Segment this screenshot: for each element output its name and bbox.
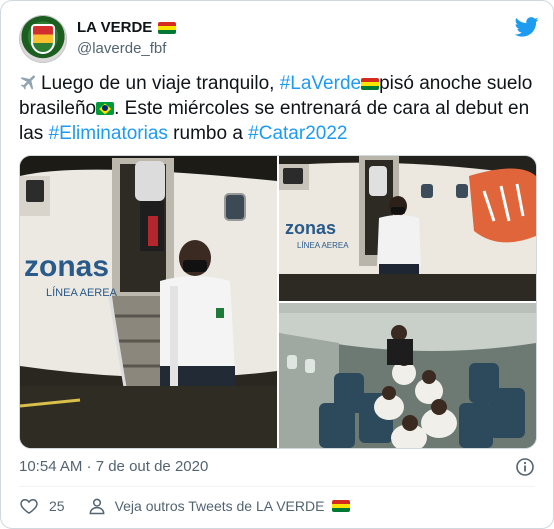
brazil-flag-icon — [96, 102, 115, 116]
tweet-card: LA VERDE @laverde_fbf Luego de un viaje … — [0, 0, 554, 529]
bolivia-flag-icon — [158, 21, 177, 34]
info-icon[interactable] — [515, 457, 535, 477]
tweet-text: Luego de un viaje tranquilo, #LaVerde pis… — [19, 71, 539, 146]
photo-player-stairs-image: zonas LÍNEA AEREA — [20, 156, 277, 448]
like-button[interactable]: 25 — [19, 496, 65, 516]
photo-cabin-image — [279, 303, 536, 448]
bolivia-flag-icon — [361, 77, 380, 90]
tweet-text-part: Luego de un viaje tranquilo, — [41, 73, 280, 94]
hashtag-laverde[interactable]: #LaVerde — [280, 73, 361, 94]
photo1-airline-sub: LÍNEA AEREA — [46, 286, 118, 299]
photo-cabin[interactable] — [279, 303, 536, 448]
media-grid: zonas LÍNEA AEREA zonas LÍNEA AEREA — [19, 155, 537, 449]
tweet-text-part: rumbo a — [167, 123, 249, 144]
photo-player-door-image: zonas LÍNEA AEREA — [279, 156, 536, 301]
display-name[interactable]: LA VERDE — [77, 19, 152, 36]
more-tweets-label: Veja outros Tweets de LA VERDE — [114, 498, 325, 514]
hashtag-catar2022[interactable]: #Catar2022 — [248, 123, 347, 144]
hashtag-eliminatorias[interactable]: #Eliminatorias — [49, 123, 168, 144]
photo2-airline-sub: LÍNEA AEREA — [297, 241, 349, 250]
heart-icon — [20, 498, 38, 514]
tweet-header: LA VERDE @laverde_fbf — [19, 15, 539, 63]
bolivia-flag-icon — [332, 500, 351, 512]
photo-player-door[interactable]: zonas LÍNEA AEREA — [279, 156, 536, 301]
photo1-airline-text: zonas — [24, 250, 109, 283]
name-row: LA VERDE — [77, 19, 177, 36]
avatar[interactable] — [19, 15, 67, 63]
more-tweets-link[interactable]: Veja outros Tweets de LA VERDE — [87, 496, 351, 516]
fbf-crest-icon — [31, 24, 55, 54]
airplane-icon — [20, 75, 35, 90]
user-icon — [89, 498, 104, 515]
photo-player-stairs[interactable]: zonas LÍNEA AEREA — [20, 156, 277, 448]
twitter-bird-icon[interactable] — [515, 17, 539, 37]
tweet-timestamp[interactable]: 10:54 AM · 7 de out de 2020 — [19, 458, 208, 475]
divider — [19, 486, 535, 487]
tweet-actions: 25 Veja outros Tweets de LA VERDE — [19, 495, 351, 517]
user-handle[interactable]: @laverde_fbf — [77, 40, 166, 57]
like-count: 25 — [49, 498, 65, 514]
photo2-airline-text: zonas — [285, 218, 336, 238]
